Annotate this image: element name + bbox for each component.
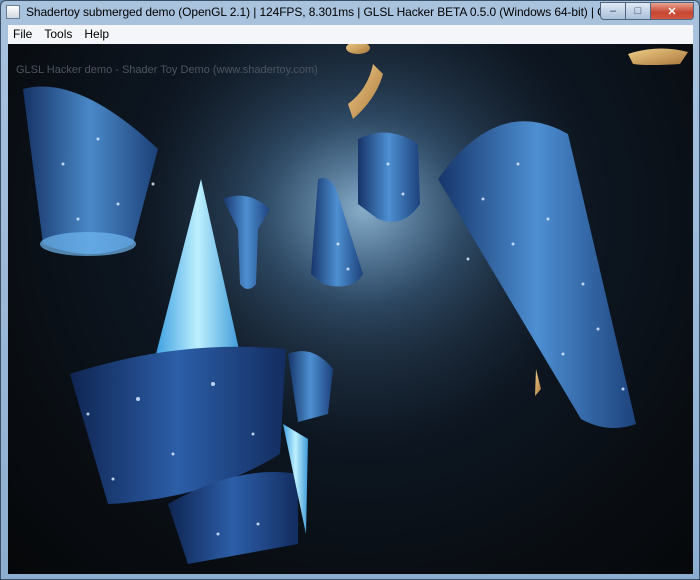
menu-help[interactable]: Help bbox=[78, 25, 115, 44]
jellyfish-bottom-mid bbox=[288, 351, 333, 422]
minimize-button[interactable]: – bbox=[600, 2, 626, 20]
app-window: Shadertoy submerged demo (OpenGL 2.1) | … bbox=[0, 0, 700, 580]
shader-scene bbox=[23, 44, 688, 564]
menu-file[interactable]: File bbox=[8, 25, 38, 44]
window-controls: – □ ✕ bbox=[600, 2, 694, 20]
render-viewport[interactable]: GLSL Hacker demo - Shader Toy Demo (www.… bbox=[8, 44, 693, 574]
demo-overlay-text: GLSL Hacker demo - Shader Toy Demo (www.… bbox=[16, 64, 318, 76]
jellyfish-top-left-rim bbox=[40, 232, 136, 256]
menu-bar: File Tools Help bbox=[8, 25, 693, 45]
window-title: Shadertoy submerged demo (OpenGL 2.1) | … bbox=[26, 5, 611, 19]
close-button[interactable]: ✕ bbox=[651, 2, 694, 20]
menu-tools[interactable]: Tools bbox=[38, 25, 78, 44]
fish-right bbox=[535, 369, 541, 396]
jellyfish-upper-right bbox=[358, 132, 420, 222]
app-icon[interactable] bbox=[6, 5, 20, 19]
fish-top-right bbox=[628, 48, 688, 65]
maximize-button[interactable]: □ bbox=[626, 2, 651, 20]
title-bar[interactable]: Shadertoy submerged demo (OpenGL 2.1) | … bbox=[1, 1, 699, 24]
